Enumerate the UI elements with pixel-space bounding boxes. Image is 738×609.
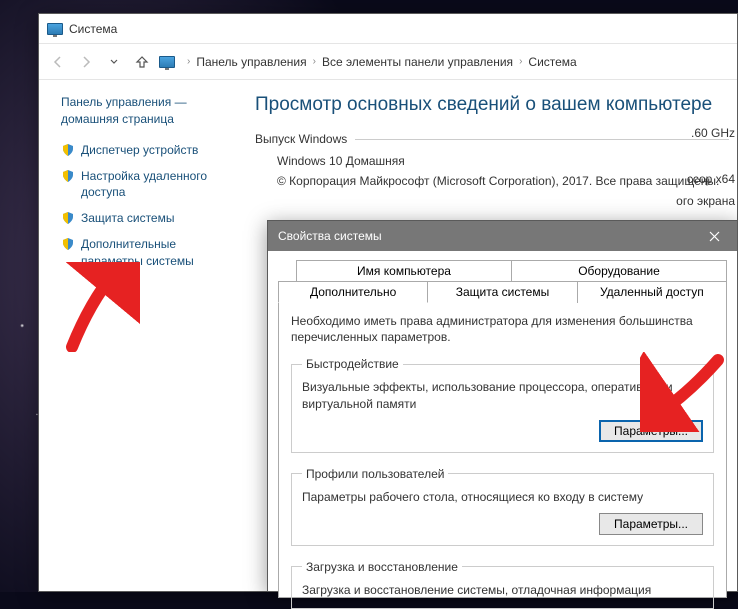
performance-settings-button[interactable]: Параметры... bbox=[599, 420, 703, 442]
tab-panel-advanced: Необходимо иметь права администратора дл… bbox=[278, 302, 727, 598]
breadcrumb-leaf[interactable]: Система bbox=[528, 55, 576, 69]
shield-icon bbox=[61, 143, 75, 157]
peek-arch: ссор x64 bbox=[687, 172, 735, 186]
sidebar-item-label: Дополнительные параметры системы bbox=[81, 236, 237, 268]
peek-ghz: .60 GHz bbox=[691, 126, 735, 140]
profiles-legend: Профили пользователей bbox=[302, 467, 448, 481]
chevron-right-icon: › bbox=[313, 56, 316, 67]
sidebar-device-manager[interactable]: Диспетчер устройств bbox=[61, 142, 237, 158]
startup-legend: Загрузка и восстановление bbox=[302, 560, 462, 574]
sidebar-system-protection[interactable]: Защита системы bbox=[61, 210, 237, 226]
dialog-titlebar[interactable]: Свойства системы bbox=[268, 221, 737, 251]
admin-note: Необходимо иметь права администратора дл… bbox=[291, 313, 714, 345]
edition-value: Windows 10 Домашняя bbox=[277, 154, 729, 168]
shield-icon bbox=[61, 211, 75, 225]
chevron-right-icon: › bbox=[519, 56, 522, 67]
sidebar: Панель управления — домашняя страница Ди… bbox=[39, 80, 249, 591]
peek-screen: ого экрана bbox=[676, 194, 735, 208]
profiles-desc: Параметры рабочего стола, относящиеся ко… bbox=[302, 489, 703, 505]
tab-computer-name[interactable]: Имя компьютера bbox=[296, 260, 512, 281]
breadcrumb-icon bbox=[159, 56, 175, 68]
close-button[interactable] bbox=[692, 221, 737, 251]
breadcrumb[interactable]: › Панель управления › Все элементы панел… bbox=[159, 55, 577, 69]
startup-group: Загрузка и восстановление Загрузка и вос… bbox=[291, 560, 714, 609]
close-icon bbox=[709, 231, 720, 242]
performance-group: Быстродействие Визуальные эффекты, испол… bbox=[291, 357, 714, 452]
window-title: Система bbox=[69, 22, 117, 36]
breadcrumb-mid[interactable]: Все элементы панели управления bbox=[322, 55, 513, 69]
edition-label: Выпуск Windows bbox=[255, 132, 355, 146]
back-button bbox=[47, 51, 69, 73]
profiles-settings-button[interactable]: Параметры... bbox=[599, 513, 703, 535]
system-icon bbox=[47, 23, 63, 35]
breadcrumb-root[interactable]: Панель управления bbox=[196, 55, 306, 69]
toolbar: › Панель управления › Все элементы панел… bbox=[39, 44, 737, 80]
sidebar-advanced-settings[interactable]: Дополнительные параметры системы bbox=[61, 236, 237, 268]
tab-system-protection[interactable]: Защита системы bbox=[428, 281, 577, 303]
profiles-group: Профили пользователей Параметры рабочего… bbox=[291, 467, 714, 546]
performance-legend: Быстродействие bbox=[302, 357, 403, 371]
tab-advanced[interactable]: Дополнительно bbox=[278, 281, 428, 303]
control-panel-home-link[interactable]: Панель управления — домашняя страница bbox=[61, 94, 237, 128]
forward-button bbox=[75, 51, 97, 73]
chevron-right-icon: › bbox=[187, 56, 190, 67]
sidebar-item-label: Защита системы bbox=[81, 210, 174, 226]
sidebar-remote-settings[interactable]: Настройка удаленного доступа bbox=[61, 168, 237, 200]
shield-icon bbox=[61, 237, 75, 251]
tab-remote[interactable]: Удаленный доступ bbox=[578, 281, 727, 303]
up-button[interactable] bbox=[131, 51, 153, 73]
titlebar[interactable]: Система bbox=[39, 14, 737, 44]
tab-hardware[interactable]: Оборудование bbox=[512, 260, 727, 281]
sidebar-item-label: Настройка удаленного доступа bbox=[81, 168, 237, 200]
system-properties-dialog: Свойства системы Имя компьютера Оборудов… bbox=[267, 220, 738, 592]
page-title: Просмотр основных сведений о вашем компь… bbox=[255, 94, 737, 116]
shield-icon bbox=[61, 169, 75, 183]
dialog-title: Свойства системы bbox=[278, 229, 382, 243]
sidebar-item-label: Диспетчер устройств bbox=[81, 142, 198, 158]
recent-dropdown[interactable] bbox=[103, 51, 125, 73]
performance-desc: Визуальные эффекты, использование процес… bbox=[302, 379, 703, 411]
startup-desc: Загрузка и восстановление системы, отлад… bbox=[302, 582, 703, 598]
copyright-text: © Корпорация Майкрософт (Microsoft Corpo… bbox=[277, 174, 729, 188]
